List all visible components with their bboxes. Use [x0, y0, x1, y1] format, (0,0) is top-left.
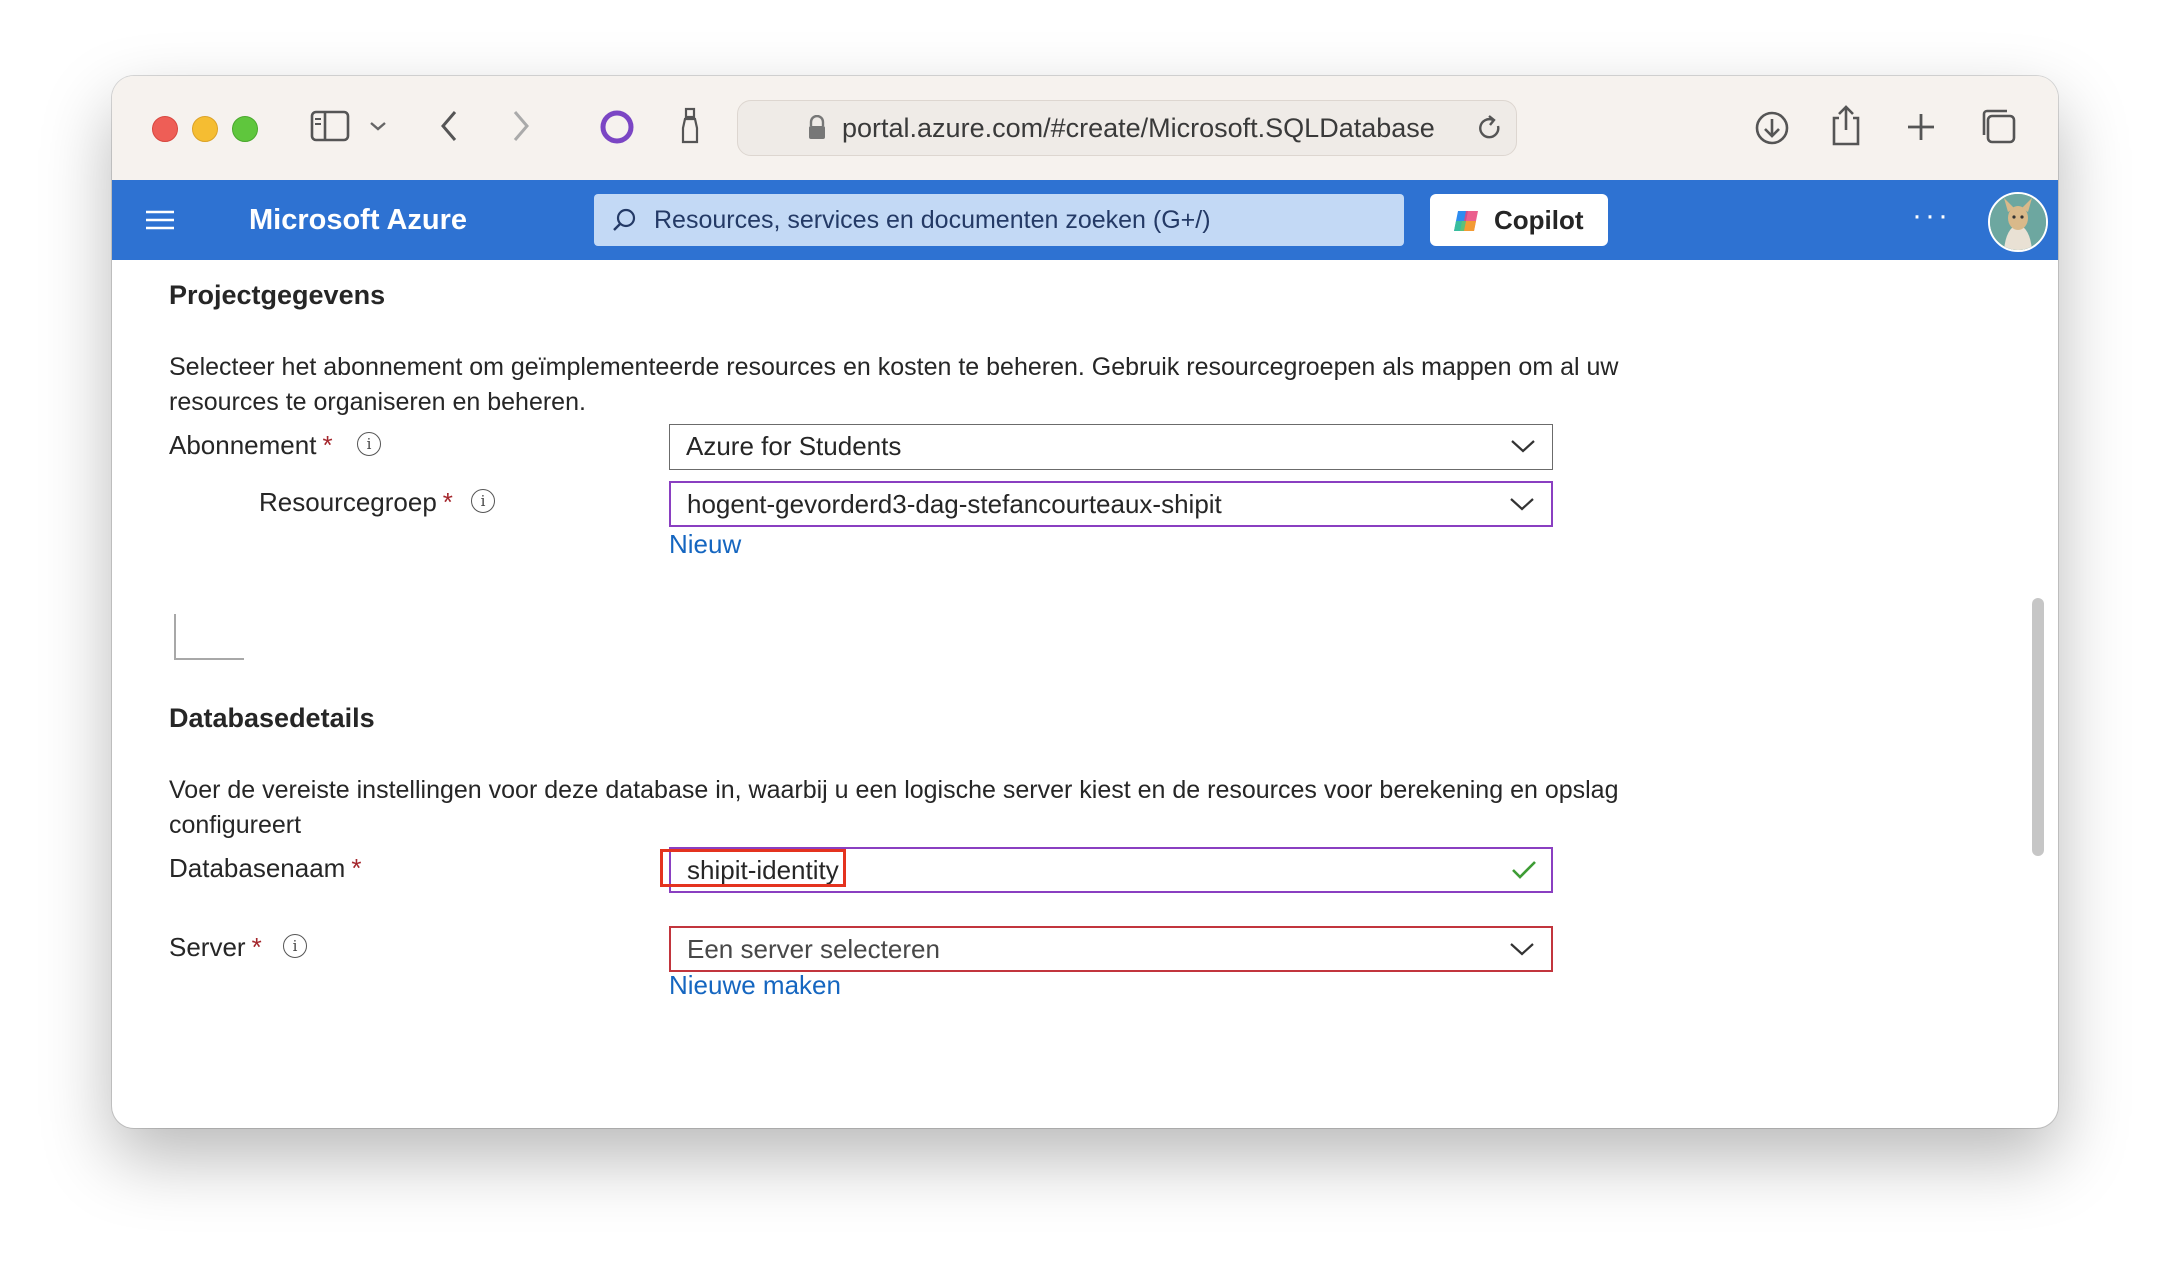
chevron-down-icon [1510, 943, 1534, 956]
extension-ring-icon[interactable] [598, 108, 636, 146]
chevron-down-icon [1511, 440, 1535, 453]
check-icon [1512, 861, 1536, 879]
info-icon[interactable]: i [283, 934, 307, 958]
section-title-database: Databasedetails [169, 703, 375, 733]
required-marker: * [251, 932, 262, 962]
database-name-label: Databasenaam * [169, 853, 362, 883]
brand-title[interactable]: Microsoft Azure [249, 200, 467, 240]
copilot-icon [1452, 207, 1482, 235]
back-icon[interactable] [434, 106, 464, 146]
download-icon[interactable] [1752, 108, 1792, 148]
search-placeholder: Resources, services en documenten zoeken… [654, 206, 1211, 234]
url-text[interactable]: portal.azure.com/#create/Microsoft.SQLDa… [842, 112, 1435, 144]
subscription-dropdown[interactable]: Azure for Students [669, 424, 1553, 470]
required-marker: * [351, 853, 362, 883]
subscription-value: Azure for Students [686, 431, 902, 461]
required-marker: * [442, 487, 453, 517]
sidebar-icon[interactable] [308, 106, 352, 146]
close-window-button[interactable] [152, 116, 178, 142]
server-label: Server * [169, 932, 262, 962]
global-search-input[interactable]: Resources, services en documenten zoeken… [594, 194, 1404, 246]
info-icon[interactable]: i [357, 432, 381, 456]
avatar[interactable] [1988, 192, 2048, 252]
lock-icon [806, 114, 828, 142]
hamburger-menu-icon[interactable] [144, 206, 176, 234]
share-icon[interactable] [1828, 102, 1864, 148]
tree-connector [174, 614, 244, 660]
new-tab-icon[interactable] [1904, 110, 1938, 144]
chevron-down-icon[interactable] [366, 114, 390, 138]
scrollbar[interactable] [2032, 598, 2044, 856]
required-marker: * [322, 430, 333, 460]
extension-bottle-icon[interactable] [676, 104, 704, 148]
search-icon [610, 206, 638, 234]
resource-group-dropdown[interactable]: hogent-gevorderd3-dag-stefancourteaux-sh… [669, 481, 1553, 527]
create-database-form: Projectgegevens Selecteer het abonnement… [112, 260, 2058, 1128]
new-resource-group-link[interactable]: Nieuw [669, 527, 741, 561]
browser-toolbar: portal.azure.com/#create/Microsoft.SQLDa… [112, 76, 2058, 181]
browser-window: portal.azure.com/#create/Microsoft.SQLDa… [112, 76, 2058, 1128]
resource-group-label: Resourcegroep * [259, 487, 453, 517]
create-new-server-link[interactable]: Nieuwe maken [669, 968, 841, 1002]
chevron-down-icon [1510, 498, 1534, 511]
project-description: Selecteer het abonnement om geïmplemente… [169, 353, 1619, 416]
more-options-icon[interactable]: ··· [1912, 194, 1951, 238]
database-description: Voer de vereiste instellingen voor deze … [169, 776, 1619, 839]
reload-icon[interactable] [1474, 112, 1506, 144]
info-icon[interactable]: i [471, 489, 495, 513]
resource-group-value: hogent-gevorderd3-dag-stefancourteaux-sh… [687, 489, 1222, 519]
minimize-window-button[interactable] [192, 116, 218, 142]
server-placeholder: Een server selecteren [687, 934, 940, 964]
copilot-label: Copilot [1494, 205, 1584, 235]
tabs-overview-icon[interactable] [1978, 106, 2018, 146]
subscription-label: Abonnement * [169, 430, 333, 460]
zoom-window-button[interactable] [232, 116, 258, 142]
forward-icon[interactable] [506, 106, 536, 146]
azure-header: Microsoft Azure Resources, services en d… [112, 180, 2058, 260]
server-dropdown[interactable]: Een server selecteren [669, 926, 1553, 972]
highlight-box [660, 849, 846, 887]
section-title-project: Projectgegevens [169, 280, 386, 310]
copilot-button[interactable]: Copilot [1430, 194, 1608, 246]
